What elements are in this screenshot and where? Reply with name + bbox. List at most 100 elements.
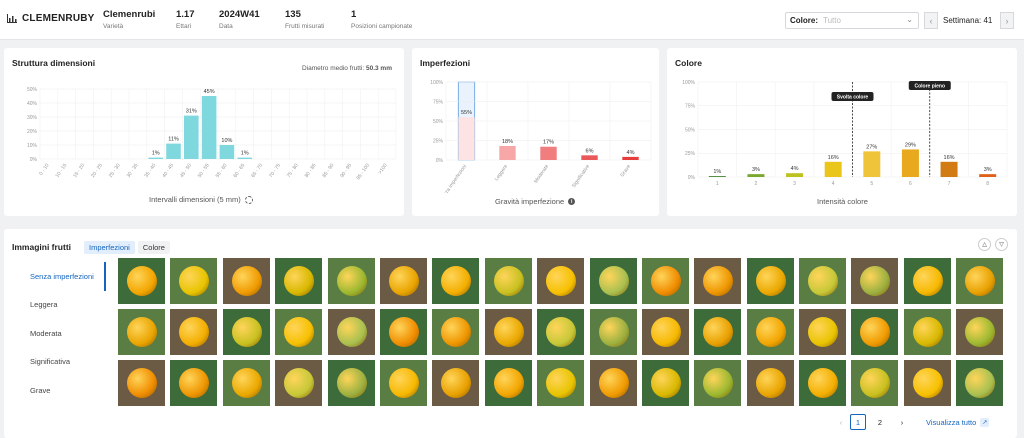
tab-imperfections[interactable]: Imperfezioni — [84, 241, 135, 254]
fruit-thumbnail[interactable] — [746, 258, 794, 304]
color-x-tick-label: 7 — [948, 181, 951, 187]
page-1-button[interactable]: 1 — [850, 414, 866, 430]
size-structure-card: Struttura dimensioni Diametro medio frut… — [4, 48, 404, 216]
fruit-thumbnail[interactable] — [537, 309, 585, 355]
fruit-thumbnail[interactable] — [694, 360, 742, 406]
fruit-thumbnail[interactable] — [222, 309, 270, 355]
color-bar — [824, 161, 842, 177]
fruit-thumbnail[interactable] — [222, 360, 270, 406]
imperfections-bar — [499, 145, 516, 160]
size-y-tick-label: 20% — [27, 129, 38, 135]
imperfections-x-tick-label: Leggere — [494, 164, 510, 183]
size-bar — [237, 157, 252, 159]
color-threshold-label: Colore pieno — [914, 84, 945, 90]
color-x-tick-label: 5 — [870, 181, 873, 187]
fruit-thumbnail[interactable] — [327, 258, 375, 304]
fruit-thumbnail[interactable] — [956, 258, 1004, 304]
color-y-tick-label: 75% — [685, 104, 696, 110]
size-x-tick-label: 20 - 25 — [90, 163, 104, 179]
fruit-thumbnail[interactable] — [275, 258, 323, 304]
fruit-thumbnail[interactable] — [694, 258, 742, 304]
fruit-thumbnail[interactable] — [327, 309, 375, 355]
fruit-thumbnail[interactable] — [851, 309, 899, 355]
color-x-tick-label: 8 — [986, 181, 989, 187]
thumbs-down-icon[interactable]: ▽ — [995, 238, 1008, 251]
color-card: Colore 0% 25% 50% 75% 100% 1% 1 3% 2 4% 3 16% 4 27% 5 2… — [667, 48, 1017, 216]
chevron-left-icon: ‹ — [839, 417, 843, 427]
size-x-tick-label: 80 - 85 — [304, 163, 318, 179]
category-severe[interactable]: Grave — [26, 376, 106, 405]
fruit-thumbnail[interactable] — [589, 360, 637, 406]
fruit-thumbnail[interactable] — [484, 360, 532, 406]
fruit-thumbnail[interactable] — [275, 360, 323, 406]
color-bar — [940, 161, 958, 177]
fruit-thumbnail[interactable] — [589, 258, 637, 304]
category-light[interactable]: Leggera — [26, 291, 106, 320]
fruit-thumbnail[interactable] — [484, 258, 532, 304]
fruit-thumbnail[interactable] — [327, 360, 375, 406]
view-all-link[interactable]: Visualizza tutto ↗ — [926, 418, 990, 427]
fruit-thumbnail[interactable] — [118, 258, 165, 304]
fruit-thumbnail[interactable] — [170, 309, 218, 355]
fruit-thumbnail[interactable] — [379, 360, 427, 406]
fruit-thumbnail[interactable] — [694, 309, 742, 355]
page-2-button[interactable]: 2 — [872, 414, 888, 430]
size-data-label: 10% — [221, 138, 232, 144]
fruit-thumbnail[interactable] — [903, 309, 951, 355]
fruit-thumbnail[interactable] — [956, 360, 1004, 406]
fruit-thumbnail[interactable] — [799, 360, 847, 406]
imperfections-y-tick-label: 25% — [433, 138, 444, 144]
prev-week-button[interactable]: ‹ — [924, 12, 938, 29]
size-bar — [201, 96, 217, 159]
fruit-thumbnail[interactable] — [746, 309, 794, 355]
imperfections-x-tick-label: Significative — [571, 164, 591, 189]
size-x-tick-label: 55 - 60 — [215, 163, 229, 179]
fruit-thumbnail[interactable] — [641, 258, 689, 304]
fruit-thumbnail[interactable] — [432, 309, 480, 355]
prev-page-button[interactable]: ‹ — [833, 414, 849, 430]
fruit-thumbnail[interactable] — [222, 258, 270, 304]
fruit-thumbnail[interactable] — [851, 360, 899, 406]
fruit-thumbnail[interactable] — [799, 258, 847, 304]
fruit-thumbnail[interactable] — [851, 258, 899, 304]
color-chart: 0% 25% 50% 75% 100% 1% 1 3% 2 4% 3 16% 4 27% 5 29% 6 16% 7… — [682, 80, 1008, 187]
fruit-thumbnail[interactable] — [379, 309, 427, 355]
tab-color[interactable]: Colore — [137, 241, 170, 254]
color-x-tick-label: 4 — [832, 181, 835, 187]
fruit-thumbnail[interactable] — [170, 258, 218, 304]
fruit-thumbnail[interactable] — [275, 309, 323, 355]
imperfections-bar — [540, 146, 557, 160]
color-bar — [708, 176, 726, 177]
fruit-thumbnail[interactable] — [903, 258, 951, 304]
color-select[interactable]: Colore: Tutto ⌄ — [785, 12, 919, 29]
fruit-thumbnail[interactable] — [537, 360, 585, 406]
category-moderate[interactable]: Moderata — [26, 319, 106, 348]
fruit-thumbnail[interactable] — [903, 360, 951, 406]
fruit-thumbnail[interactable] — [641, 360, 689, 406]
fruit-thumbnail[interactable] — [746, 360, 794, 406]
color-x-tick-label: 3 — [793, 181, 796, 187]
thumbs-up-icon[interactable]: △ — [978, 238, 991, 251]
category-significant[interactable]: Significativa — [26, 348, 106, 377]
fruit-thumbnail[interactable] — [484, 309, 532, 355]
fruit-thumbnail[interactable] — [432, 360, 480, 406]
fruit-thumbnail[interactable] — [641, 309, 689, 355]
settings-icon[interactable] — [244, 195, 253, 204]
next-page-button[interactable]: › — [894, 414, 910, 430]
fruit-thumbnail[interactable] — [170, 360, 218, 406]
category-no-imperfections[interactable]: Senza imperfezioni — [26, 262, 106, 291]
info-icon[interactable]: i — [568, 198, 576, 205]
fruit-thumbnail[interactable] — [118, 360, 165, 406]
fruit-thumbnail[interactable] — [118, 309, 165, 355]
size-x-tick-label: 65 - 70 — [250, 163, 264, 179]
fruit-thumbnail[interactable] — [589, 309, 637, 355]
size-x-tick-label: 95 - 100 — [355, 163, 371, 182]
fruit-thumbnail[interactable] — [432, 258, 480, 304]
next-week-button[interactable]: › — [1000, 12, 1014, 29]
fruit-thumbnail[interactable] — [537, 258, 585, 304]
fruit-thumbnail[interactable] — [956, 309, 1004, 355]
fruit-thumbnail[interactable] — [799, 309, 847, 355]
size-data-label: 1% — [152, 151, 160, 157]
imperfections-y-tick-label: 0% — [436, 158, 444, 164]
fruit-thumbnail[interactable] — [379, 258, 427, 304]
